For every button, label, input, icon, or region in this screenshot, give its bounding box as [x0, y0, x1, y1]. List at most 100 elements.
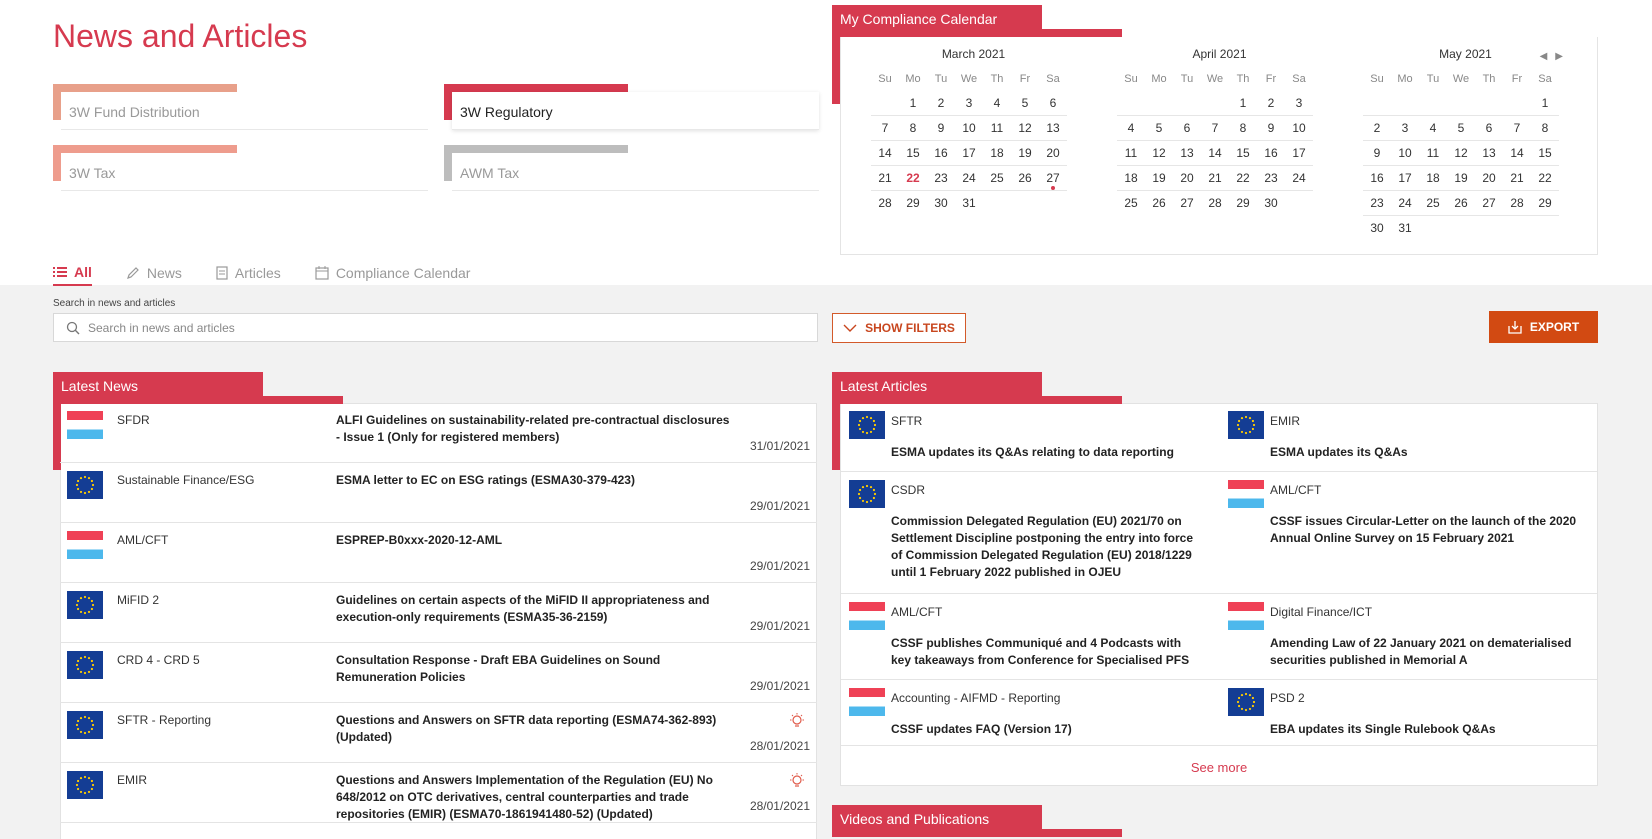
- category-card-tax[interactable]: 3W Tax: [53, 145, 428, 191]
- tab-news[interactable]: News: [126, 260, 182, 286]
- calendar-day[interactable]: 18: [1419, 166, 1447, 191]
- calendar-day[interactable]: 7: [871, 116, 899, 141]
- calendar-day[interactable]: 5: [1011, 91, 1039, 116]
- calendar-day[interactable]: 11: [1117, 141, 1145, 166]
- see-more-link[interactable]: See more: [840, 760, 1598, 775]
- calendar-day[interactable]: 15: [1531, 141, 1559, 166]
- article-item[interactable]: AML/CFT CSSF publishes Communiqué and 4 P…: [841, 594, 1220, 680]
- article-title[interactable]: CSSF updates FAQ (Version 17): [891, 721, 1196, 738]
- calendar-day[interactable]: 4: [1117, 116, 1145, 141]
- calendar-day[interactable]: 8: [1229, 116, 1257, 141]
- calendar-day[interactable]: 16: [1363, 166, 1391, 191]
- calendar-day[interactable]: 2: [927, 91, 955, 116]
- calendar-day[interactable]: 13: [1475, 141, 1503, 166]
- calendar-day[interactable]: 24: [1391, 191, 1419, 216]
- news-row[interactable]: AML/CFT ESPREP-B0xxx-2020-12-AML 29/01/202…: [60, 523, 817, 583]
- calendar-day[interactable]: 28: [871, 191, 899, 216]
- calendar-day[interactable]: 22: [1531, 166, 1559, 191]
- calendar-day[interactable]: 14: [871, 141, 899, 166]
- calendar-day[interactable]: 15: [1229, 141, 1257, 166]
- calendar-day[interactable]: 9: [927, 116, 955, 141]
- article-item[interactable]: PSD 2 EBA updates its Single Rulebook Q&A…: [1220, 680, 1597, 746]
- calendar-day[interactable]: 20: [1039, 141, 1067, 166]
- show-filters-button[interactable]: SHOW FILTERS: [832, 313, 966, 343]
- news-row[interactable]: SFDR ALFI Guidelines on sustainability-re…: [60, 403, 817, 463]
- calendar-day[interactable]: 29: [1531, 191, 1559, 216]
- calendar-day[interactable]: 15: [899, 141, 927, 166]
- calendar-day[interactable]: 10: [1391, 141, 1419, 166]
- calendar-day[interactable]: 8: [899, 116, 927, 141]
- news-title[interactable]: ALFI Guidelines on sustainability-relate…: [336, 412, 736, 446]
- article-title[interactable]: Amending Law of 22 January 2021 on demat…: [1270, 635, 1590, 669]
- calendar-day[interactable]: 26: [1145, 191, 1173, 216]
- calendar-day[interactable]: 4: [1419, 116, 1447, 141]
- calendar-day[interactable]: 18: [983, 141, 1011, 166]
- calendar-day[interactable]: 14: [1503, 141, 1531, 166]
- calendar-day[interactable]: 19: [1011, 141, 1039, 166]
- calendar-day[interactable]: 18: [1117, 166, 1145, 191]
- tab-articles[interactable]: Articles: [216, 260, 281, 286]
- calendar-day[interactable]: 4: [983, 91, 1011, 116]
- calendar-day[interactable]: 17: [1391, 166, 1419, 191]
- calendar-day[interactable]: 11: [1419, 141, 1447, 166]
- news-title[interactable]: ESMA letter to EC on ESG ratings (ESMA30…: [336, 472, 736, 489]
- calendar-day[interactable]: 20: [1173, 166, 1201, 191]
- article-title[interactable]: CSSF issues Circular-Letter on the launc…: [1270, 513, 1590, 547]
- calendar-day[interactable]: 29: [899, 191, 927, 216]
- calendar-day[interactable]: 26: [1447, 191, 1475, 216]
- calendar-day[interactable]: 1: [899, 91, 927, 116]
- article-item[interactable]: SFTR ESMA updates its Q&As relating to da…: [841, 403, 1220, 472]
- calendar-day[interactable]: 10: [955, 116, 983, 141]
- calendar-day[interactable]: 16: [1257, 141, 1285, 166]
- calendar-day[interactable]: 24: [955, 166, 983, 191]
- news-row[interactable]: EMIR Questions and Answers Implementation…: [60, 763, 817, 823]
- news-row[interactable]: Sustainable Finance/ESG ESMA letter to EC…: [60, 463, 817, 523]
- news-row[interactable]: SFTR - Reporting Questions and Answers on…: [60, 703, 817, 763]
- calendar-day[interactable]: 31: [1391, 216, 1419, 241]
- calendar-day[interactable]: 30: [1257, 191, 1285, 216]
- calendar-day[interactable]: 28: [1503, 191, 1531, 216]
- calendar-day[interactable]: 20: [1475, 166, 1503, 191]
- calendar-day[interactable]: 25: [983, 166, 1011, 191]
- calendar-day[interactable]: 17: [955, 141, 983, 166]
- calendar-day[interactable]: 13: [1039, 116, 1067, 141]
- news-row[interactable]: CRD 4 - CRD 5 Consultation Response - Dra…: [60, 643, 817, 703]
- calendar-day[interactable]: 13: [1173, 141, 1201, 166]
- calendar-day[interactable]: 7: [1503, 116, 1531, 141]
- calendar-day[interactable]: 12: [1145, 141, 1173, 166]
- calendar-day[interactable]: 6: [1039, 91, 1067, 116]
- calendar-day[interactable]: 28: [1201, 191, 1229, 216]
- calendar-day[interactable]: 1: [1531, 91, 1559, 116]
- calendar-day[interactable]: 3: [955, 91, 983, 116]
- calendar-day[interactable]: 22: [1229, 166, 1257, 191]
- calendar-day[interactable]: 8: [1531, 116, 1559, 141]
- calendar-day[interactable]: 25: [1419, 191, 1447, 216]
- calendar-day[interactable]: 23: [1363, 191, 1391, 216]
- calendar-day[interactable]: 23: [1257, 166, 1285, 191]
- calendar-day[interactable]: 27: [1039, 166, 1067, 191]
- category-card-regulatory[interactable]: 3W Regulatory: [444, 84, 819, 130]
- calendar-day[interactable]: 21: [871, 166, 899, 191]
- calendar-day[interactable]: 30: [1363, 216, 1391, 241]
- article-item[interactable]: Accounting - AIFMD - Reporting CSSF updat…: [841, 680, 1220, 746]
- calendar-day[interactable]: 2: [1363, 116, 1391, 141]
- news-title[interactable]: Guidelines on certain aspects of the MiF…: [336, 592, 736, 626]
- category-card-awm-tax[interactable]: AWM Tax: [444, 145, 819, 191]
- calendar-day[interactable]: 9: [1363, 141, 1391, 166]
- calendar-day[interactable]: 27: [1173, 191, 1201, 216]
- calendar-day[interactable]: 11: [983, 116, 1011, 141]
- calendar-day[interactable]: 30: [927, 191, 955, 216]
- calendar-day[interactable]: 14: [1201, 141, 1229, 166]
- article-item[interactable]: CSDR Commission Delegated Regulation (EU)…: [841, 472, 1220, 594]
- calendar-day[interactable]: 16: [927, 141, 955, 166]
- calendar-day[interactable]: 3: [1285, 91, 1313, 116]
- article-title[interactable]: ESMA updates its Q&As: [1270, 444, 1590, 461]
- calendar-day[interactable]: 19: [1447, 166, 1475, 191]
- calendar-day[interactable]: 22: [899, 166, 927, 191]
- calendar-day[interactable]: 25: [1117, 191, 1145, 216]
- tab-all[interactable]: All: [53, 260, 92, 286]
- article-item[interactable]: EMIR ESMA updates its Q&As: [1220, 403, 1597, 472]
- calendar-day[interactable]: 5: [1447, 116, 1475, 141]
- calendar-day[interactable]: 21: [1201, 166, 1229, 191]
- calendar-day[interactable]: 12: [1447, 141, 1475, 166]
